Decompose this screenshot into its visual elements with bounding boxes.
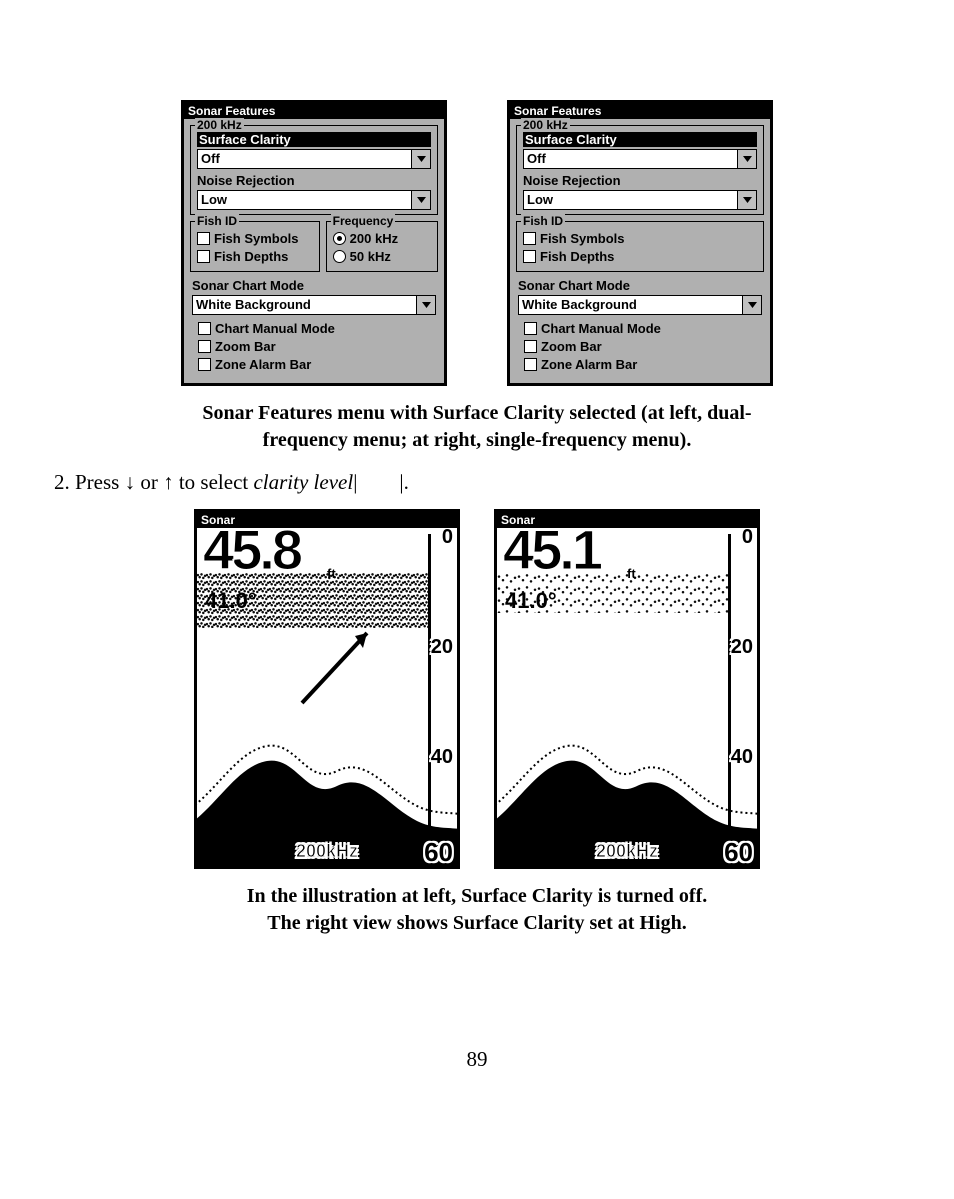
step-instruction: 2. Press ↓ or ↑ to select clarity level|…	[54, 470, 904, 495]
chevron-down-icon[interactable]	[416, 296, 435, 314]
fish-id-group: Fish ID Fish Symbols Fish Depths	[190, 221, 320, 272]
fish-symbols-checkbox[interactable]: Fish Symbols	[197, 231, 313, 246]
zoom-bar-checkbox[interactable]: Zoom Bar	[524, 339, 760, 354]
up-arrow-icon: ↑	[163, 471, 174, 494]
fish-depths-checkbox[interactable]: Fish Depths	[197, 249, 313, 264]
depth-reading: 45.1	[503, 528, 600, 578]
chevron-down-icon[interactable]	[411, 191, 430, 209]
scale-tick: 20	[731, 636, 753, 659]
frequency-legend: Frequency	[331, 214, 396, 228]
chart-manual-mode-checkbox[interactable]: Chart Manual Mode	[524, 321, 760, 336]
checkbox-icon	[198, 340, 211, 353]
noise-rejection-dropdown[interactable]: Low	[197, 190, 431, 210]
panel-title: Sonar Features	[510, 103, 770, 119]
page-number: 89	[50, 1047, 904, 1072]
surface-clarity-dropdown[interactable]: Off	[523, 149, 757, 169]
checkbox-icon	[197, 250, 210, 263]
fish-depths-checkbox[interactable]: Fish Depths	[523, 249, 757, 264]
depth-reading: 45.8	[203, 528, 300, 578]
radio-icon	[333, 250, 346, 263]
temperature-reading: 41.0°	[205, 588, 257, 614]
checkbox-icon	[523, 250, 536, 263]
chart-manual-mode-checkbox[interactable]: Chart Manual Mode	[198, 321, 434, 336]
zoom-bar-checkbox[interactable]: Zoom Bar	[198, 339, 434, 354]
down-arrow-icon: ↓	[125, 471, 136, 494]
fish-id-legend: Fish ID	[521, 214, 565, 228]
chevron-down-icon[interactable]	[411, 150, 430, 168]
group-legend: 200 kHz	[521, 118, 570, 132]
checkbox-icon	[524, 340, 537, 353]
sonar-features-panel-single: Sonar Features 200 kHz Surface Clarity O…	[507, 100, 773, 386]
menu-caption: Sonar Features menu with Surface Clarity…	[90, 400, 864, 454]
chart-mode-label: Sonar Chart Mode	[192, 278, 436, 293]
checkbox-icon	[198, 358, 211, 371]
fish-symbols-checkbox[interactable]: Fish Symbols	[523, 231, 757, 246]
noise-rejection-label: Noise Rejection	[523, 173, 757, 188]
chart-mode-label: Sonar Chart Mode	[518, 278, 762, 293]
frequency-label: 200kHz	[296, 841, 358, 862]
scale-tick: 0	[742, 528, 753, 549]
chart-mode-dropdown[interactable]: White Background	[192, 295, 436, 315]
sonar-caption: In the illustration at left, Surface Cla…	[90, 883, 864, 937]
sonar-title: Sonar	[497, 512, 757, 528]
chevron-down-icon[interactable]	[737, 191, 756, 209]
scale-tick: 20	[431, 636, 453, 659]
temperature-reading: 41.0°	[505, 588, 557, 614]
checkbox-icon	[198, 322, 211, 335]
scale-tick: 40	[731, 746, 753, 769]
freq-50-radio[interactable]: 50 kHz	[333, 249, 431, 264]
fish-id-group: Fish ID Fish Symbols Fish Depths	[516, 221, 764, 272]
chevron-down-icon[interactable]	[742, 296, 761, 314]
depth-unit: ft	[327, 566, 336, 581]
annotation-arrow-icon	[297, 618, 387, 708]
depth-scale-bar	[728, 534, 731, 860]
sonar-screen-clarity-off: Sonar 45.8 ft 41.0° 0 20 40 60 200kHz	[194, 509, 460, 869]
scale-tick: 40	[431, 746, 453, 769]
group-legend: 200 kHz	[195, 118, 244, 132]
chart-mode-dropdown[interactable]: White Background	[518, 295, 762, 315]
checkbox-icon	[524, 358, 537, 371]
depth-scale-bar	[428, 534, 431, 860]
group-200khz: 200 kHz Surface Clarity Off Noise Reject…	[516, 125, 764, 215]
noise-rejection-dropdown[interactable]: Low	[523, 190, 757, 210]
fish-id-legend: Fish ID	[195, 214, 239, 228]
freq-200-radio[interactable]: 200 kHz	[333, 231, 431, 246]
depth-unit: ft	[627, 566, 636, 581]
zone-alarm-bar-checkbox[interactable]: Zone Alarm Bar	[198, 357, 434, 372]
checkbox-icon	[523, 232, 536, 245]
scale-tick: 0	[442, 528, 453, 549]
panel-title: Sonar Features	[184, 103, 444, 119]
sonar-features-panel-dual: Sonar Features 200 kHz Surface Clarity O…	[181, 100, 447, 386]
scale-tick: 60	[724, 837, 753, 866]
chevron-down-icon[interactable]	[737, 150, 756, 168]
surface-clarity-label[interactable]: Surface Clarity	[197, 132, 431, 147]
radio-icon	[333, 232, 346, 245]
surface-clarity-label[interactable]: Surface Clarity	[523, 132, 757, 147]
frequency-group: Frequency 200 kHz 50 kHz	[326, 221, 438, 272]
zone-alarm-bar-checkbox[interactable]: Zone Alarm Bar	[524, 357, 760, 372]
surface-clarity-dropdown[interactable]: Off	[197, 149, 431, 169]
noise-rejection-label: Noise Rejection	[197, 173, 431, 188]
checkbox-icon	[524, 322, 537, 335]
scale-tick: 60	[424, 837, 453, 866]
sonar-screen-clarity-high: Sonar 45.1 ft 41.0° 0 20 40 60 200kHz	[494, 509, 760, 869]
frequency-label: 200kHz	[596, 841, 658, 862]
menu-comparison-row: Sonar Features 200 kHz Surface Clarity O…	[50, 100, 904, 386]
checkbox-icon	[197, 232, 210, 245]
group-200khz: 200 kHz Surface Clarity Off Noise Reject…	[190, 125, 438, 215]
sonar-title: Sonar	[197, 512, 457, 528]
sonar-comparison-row: Sonar 45.8 ft 41.0° 0 20 40 60 200kHz So…	[50, 509, 904, 869]
